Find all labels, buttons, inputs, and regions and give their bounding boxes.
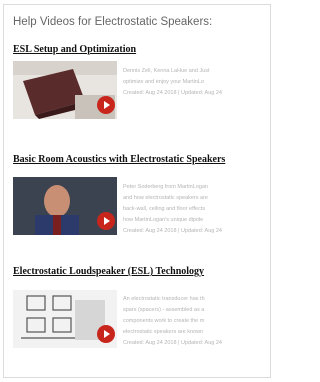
- video-title-link[interactable]: Basic Room Acoustics with Electrostatic …: [13, 154, 225, 165]
- play-icon[interactable]: [97, 96, 115, 114]
- description-line: components work to create the m: [123, 318, 205, 324]
- section-heading: Help Videos for Electrostatic Speakers:: [13, 16, 213, 28]
- video-description: Dennis Zell, Kenna LaHue and Just optimi…: [123, 66, 265, 99]
- description-line: electrostatic speakers are known: [123, 329, 204, 335]
- video-description: Peter Soderberg from MartinLogan and how…: [123, 182, 265, 237]
- description-line: optimize and enjoy your MartinLo: [123, 79, 205, 85]
- video-meta: Created: Aug 24 2018 | Updated: Aug 24: [123, 90, 222, 96]
- video-meta: Created: Aug 24 2018 | Updated: Aug 24: [123, 228, 222, 234]
- description-line: Dennis Zell, Kenna LaHue and Just: [123, 68, 210, 74]
- video-title-link[interactable]: ESL Setup and Optimization: [13, 44, 136, 55]
- video-thumbnail[interactable]: [13, 61, 117, 119]
- video-title-link[interactable]: Electrostatic Loudspeaker (ESL) Technolo…: [13, 266, 204, 277]
- description-line: Peter Soderberg from MartinLogan: [123, 184, 208, 190]
- play-icon[interactable]: [97, 212, 115, 230]
- video-description: An electrostatic transducer has th spars…: [123, 294, 265, 349]
- description-line: how MartinLogan's unique dipole: [123, 217, 204, 223]
- play-icon[interactable]: [97, 325, 115, 343]
- description-line: back-wall, ceiling and floor effects: [123, 206, 206, 212]
- video-thumbnail[interactable]: [13, 290, 117, 348]
- description-line: An electrostatic transducer has th: [123, 296, 205, 302]
- description-line: and how electrostatic speakers are: [123, 195, 208, 201]
- video-thumbnail[interactable]: [13, 177, 117, 235]
- description-line: spars (spacers) - assembled as a: [123, 307, 205, 313]
- video-meta: Created: Aug 24 2018 | Updated: Aug 24: [123, 340, 222, 346]
